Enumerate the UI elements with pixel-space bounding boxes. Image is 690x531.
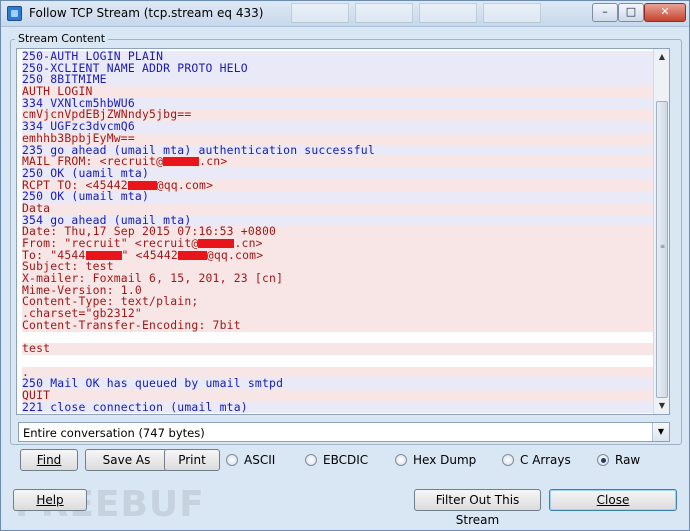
maximize-button[interactable]: □: [618, 3, 644, 22]
grip-icon: ≡: [660, 243, 666, 250]
radio-ebcdic-dot[interactable]: [305, 454, 317, 466]
close-button[interactable]: Close: [549, 489, 677, 511]
close-window-button[interactable]: ✕: [644, 3, 686, 22]
chevron-down-icon[interactable]: ▼: [652, 423, 669, 441]
redaction-mark: [178, 250, 207, 260]
stream-line: test: [22, 341, 653, 356]
radio-ascii-label: ASCII: [244, 453, 276, 467]
close-button-label: Close: [596, 493, 630, 507]
radio-raw-label: Raw: [615, 453, 641, 467]
redaction-mark: [85, 250, 122, 260]
window-title: Follow TCP Stream (tcp.stream eq 433): [29, 6, 264, 20]
help-button-label: Help: [36, 493, 64, 507]
radio-ascii-dot[interactable]: [226, 454, 238, 466]
stream-line-text: @qq.com>: [156, 177, 214, 192]
conversation-select-value: Entire conversation (747 bytes): [23, 426, 205, 440]
radio-ebcdic[interactable]: EBCDIC: [305, 453, 368, 467]
stream-line: 250 OK (umail mta): [22, 190, 653, 203]
filter-out-stream-button[interactable]: Filter Out This Stream: [414, 489, 541, 527]
stream-line: [22, 355, 653, 367]
redaction-mark: [127, 180, 157, 190]
stream-line-text: @qq.com>: [206, 247, 264, 262]
stream-lines[interactable]: 250-AUTH LOGIN PLAIN 250-XCLIENT NAME ADD…: [17, 49, 653, 414]
stream-line-text: 221 close connection (umail mta): [22, 399, 248, 414]
print-button-label: Print: [178, 453, 206, 467]
stream-content-label: Stream Content: [15, 32, 109, 45]
save-as-button[interactable]: Save As: [85, 449, 168, 471]
help-button[interactable]: Help: [13, 489, 87, 511]
stream-line: Content-Transfer-Encoding: 7bit: [22, 317, 653, 332]
background-window-ghost: [291, 3, 581, 23]
radio-raw[interactable]: Raw: [597, 453, 640, 467]
radio-hex-dump[interactable]: Hex Dump: [395, 453, 476, 467]
minimize-button[interactable]: –: [592, 3, 618, 22]
stream-line: 221 close connection (umail mta): [22, 399, 653, 414]
print-button[interactable]: Print: [164, 449, 220, 471]
stream-line: 250 8BITMIME: [22, 74, 653, 87]
ghost-tab: [419, 3, 477, 23]
stream-line: From: "recruit" <recruit@ .cn>: [22, 237, 653, 250]
find-button-label: Find: [36, 453, 62, 467]
title-bar[interactable]: Follow TCP Stream (tcp.stream eq 433) – …: [1, 1, 689, 27]
ghost-tab: [483, 3, 541, 23]
stream-line-text: Content-Transfer-Encoding: 7bit: [22, 317, 241, 332]
radio-raw-dot[interactable]: [597, 454, 609, 466]
stream-line-text: test: [22, 341, 51, 356]
scrollbar-thumb[interactable]: ≡: [656, 101, 668, 398]
radio-hex-dump-dot[interactable]: [395, 454, 407, 466]
vertical-scrollbar[interactable]: ▲ ≡ ▼: [653, 49, 669, 414]
stream-line: To: "4544 " <45442 @qq.com>: [22, 247, 653, 262]
filter-out-stream-label: Filter Out This Stream: [435, 493, 520, 527]
stream-line: 250 Mail OK has queued by umail smtpd: [22, 376, 653, 391]
scroll-up-arrow-icon[interactable]: ▲: [654, 49, 669, 65]
radio-hex-dump-label: Hex Dump: [413, 453, 477, 467]
ghost-tab: [291, 3, 349, 23]
scroll-down-arrow-icon[interactable]: ▼: [654, 398, 669, 414]
maximize-icon: □: [625, 5, 637, 18]
conversation-select[interactable]: Entire conversation (747 bytes) ▼: [18, 422, 670, 442]
radio-c-arrays-dot[interactable]: [502, 454, 514, 466]
radio-c-arrays-label: C Arrays: [520, 453, 571, 467]
stream-line-text: " <45442: [121, 247, 178, 262]
radio-c-arrays[interactable]: C Arrays: [502, 453, 571, 467]
redaction-mark: [198, 239, 235, 248]
stream-text-area[interactable]: 250-AUTH LOGIN PLAIN 250-XCLIENT NAME ADD…: [16, 48, 670, 415]
radio-ascii[interactable]: ASCII: [226, 453, 275, 467]
save-as-button-label: Save As: [102, 453, 151, 467]
radio-ebcdic-label: EBCDIC: [323, 453, 369, 467]
redaction-mark: [163, 157, 200, 167]
minimize-icon: –: [602, 5, 608, 18]
stream-line-text: .cn>: [199, 154, 228, 169]
follow-tcp-stream-window: Follow TCP Stream (tcp.stream eq 433) – …: [0, 0, 690, 531]
wireshark-app-icon: [7, 6, 22, 21]
find-button[interactable]: Find: [20, 449, 78, 471]
ghost-tab: [355, 3, 413, 23]
stream-line-text: 250 Mail OK has queued by umail smtpd: [22, 376, 284, 391]
stream-line: [22, 332, 653, 344]
stream-line: 250-XCLIENT NAME ADDR PROTO HELO: [22, 62, 653, 75]
close-icon: ✕: [660, 5, 670, 18]
